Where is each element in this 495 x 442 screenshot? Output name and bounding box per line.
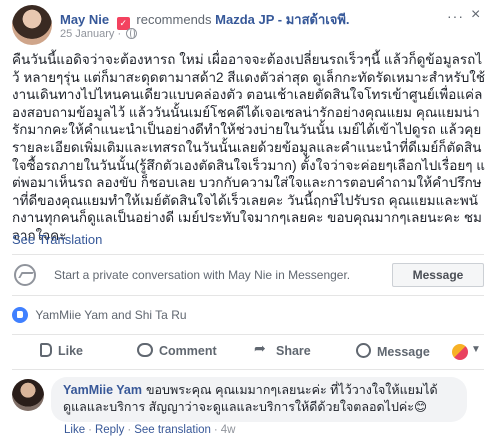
post-header: May Nie ✓ recommends Mazda JP - มาสด้าเจ…	[0, 0, 495, 45]
globe-icon[interactable]	[126, 28, 138, 39]
comment-icon	[137, 343, 153, 357]
comment-like-link[interactable]: Like	[64, 424, 85, 436]
post-title-line: May Nie ✓ recommends Mazda JP - มาสด้าเจ…	[60, 9, 350, 30]
reaction-names[interactable]: YamMiie Yam and Shi Ta Ru	[35, 308, 186, 322]
like-button[interactable]: Like	[40, 343, 83, 358]
messenger-icon	[356, 343, 371, 358]
like-reaction-icon	[12, 307, 28, 323]
like-label: Like	[58, 344, 84, 358]
message-action-button[interactable]: Message	[356, 343, 430, 359]
see-translation-link[interactable]: See Translation	[12, 232, 102, 247]
recommends-text: recommends	[136, 12, 212, 27]
author-avatar[interactable]	[12, 5, 52, 45]
share-label: Share	[276, 344, 311, 358]
messenger-prompt: Start a private conversation with May Ni…	[12, 254, 484, 296]
close-icon[interactable]: ×	[471, 6, 480, 24]
share-icon	[254, 340, 270, 357]
chevron-down-icon[interactable]: ▼	[471, 344, 481, 355]
comment-label: Comment	[159, 344, 217, 358]
thumbs-up-icon	[40, 343, 52, 357]
comment-see-translation-link[interactable]: See translation	[134, 424, 211, 436]
page-name[interactable]: Mazda JP - มาสด้าเจพี.	[215, 12, 349, 27]
post-meta: 25 January ·	[60, 28, 138, 40]
comment-button[interactable]: Comment	[137, 343, 217, 358]
commenter-name[interactable]: YamMiie Yam	[63, 383, 142, 397]
messenger-icon	[14, 264, 36, 286]
comment-actions: Like · Reply · See translation · 4w	[64, 424, 236, 436]
more-options-icon[interactable]: ···	[447, 8, 464, 24]
message-button[interactable]: Message	[392, 263, 484, 287]
post-date[interactable]: 25 January	[60, 28, 114, 40]
comment-bubble: YamMiie Yam ขอบพระคุณ คุณเมมากๆเลยนะค่ะ ท…	[51, 377, 467, 422]
message-label: Message	[377, 345, 430, 359]
messenger-prompt-text: Start a private conversation with May Ni…	[54, 268, 351, 282]
post-body-text: คืนวันนี้แอดิจว่าจะต้องหารถ ใหม่ เผื่ออา…	[12, 52, 486, 243]
author-name[interactable]: May Nie	[60, 12, 109, 27]
reaction-picker-icon[interactable]	[452, 344, 468, 360]
comment-time[interactable]: 4w	[221, 424, 236, 436]
commenter-avatar[interactable]	[12, 379, 44, 411]
reactions-summary[interactable]: YamMiie Yam and Shi Ta Ru	[12, 307, 187, 325]
comment-reply-link[interactable]: Reply	[95, 424, 124, 436]
post-actions-bar: Like Comment Share Message ▼	[12, 334, 484, 370]
share-button[interactable]: Share	[254, 340, 311, 358]
